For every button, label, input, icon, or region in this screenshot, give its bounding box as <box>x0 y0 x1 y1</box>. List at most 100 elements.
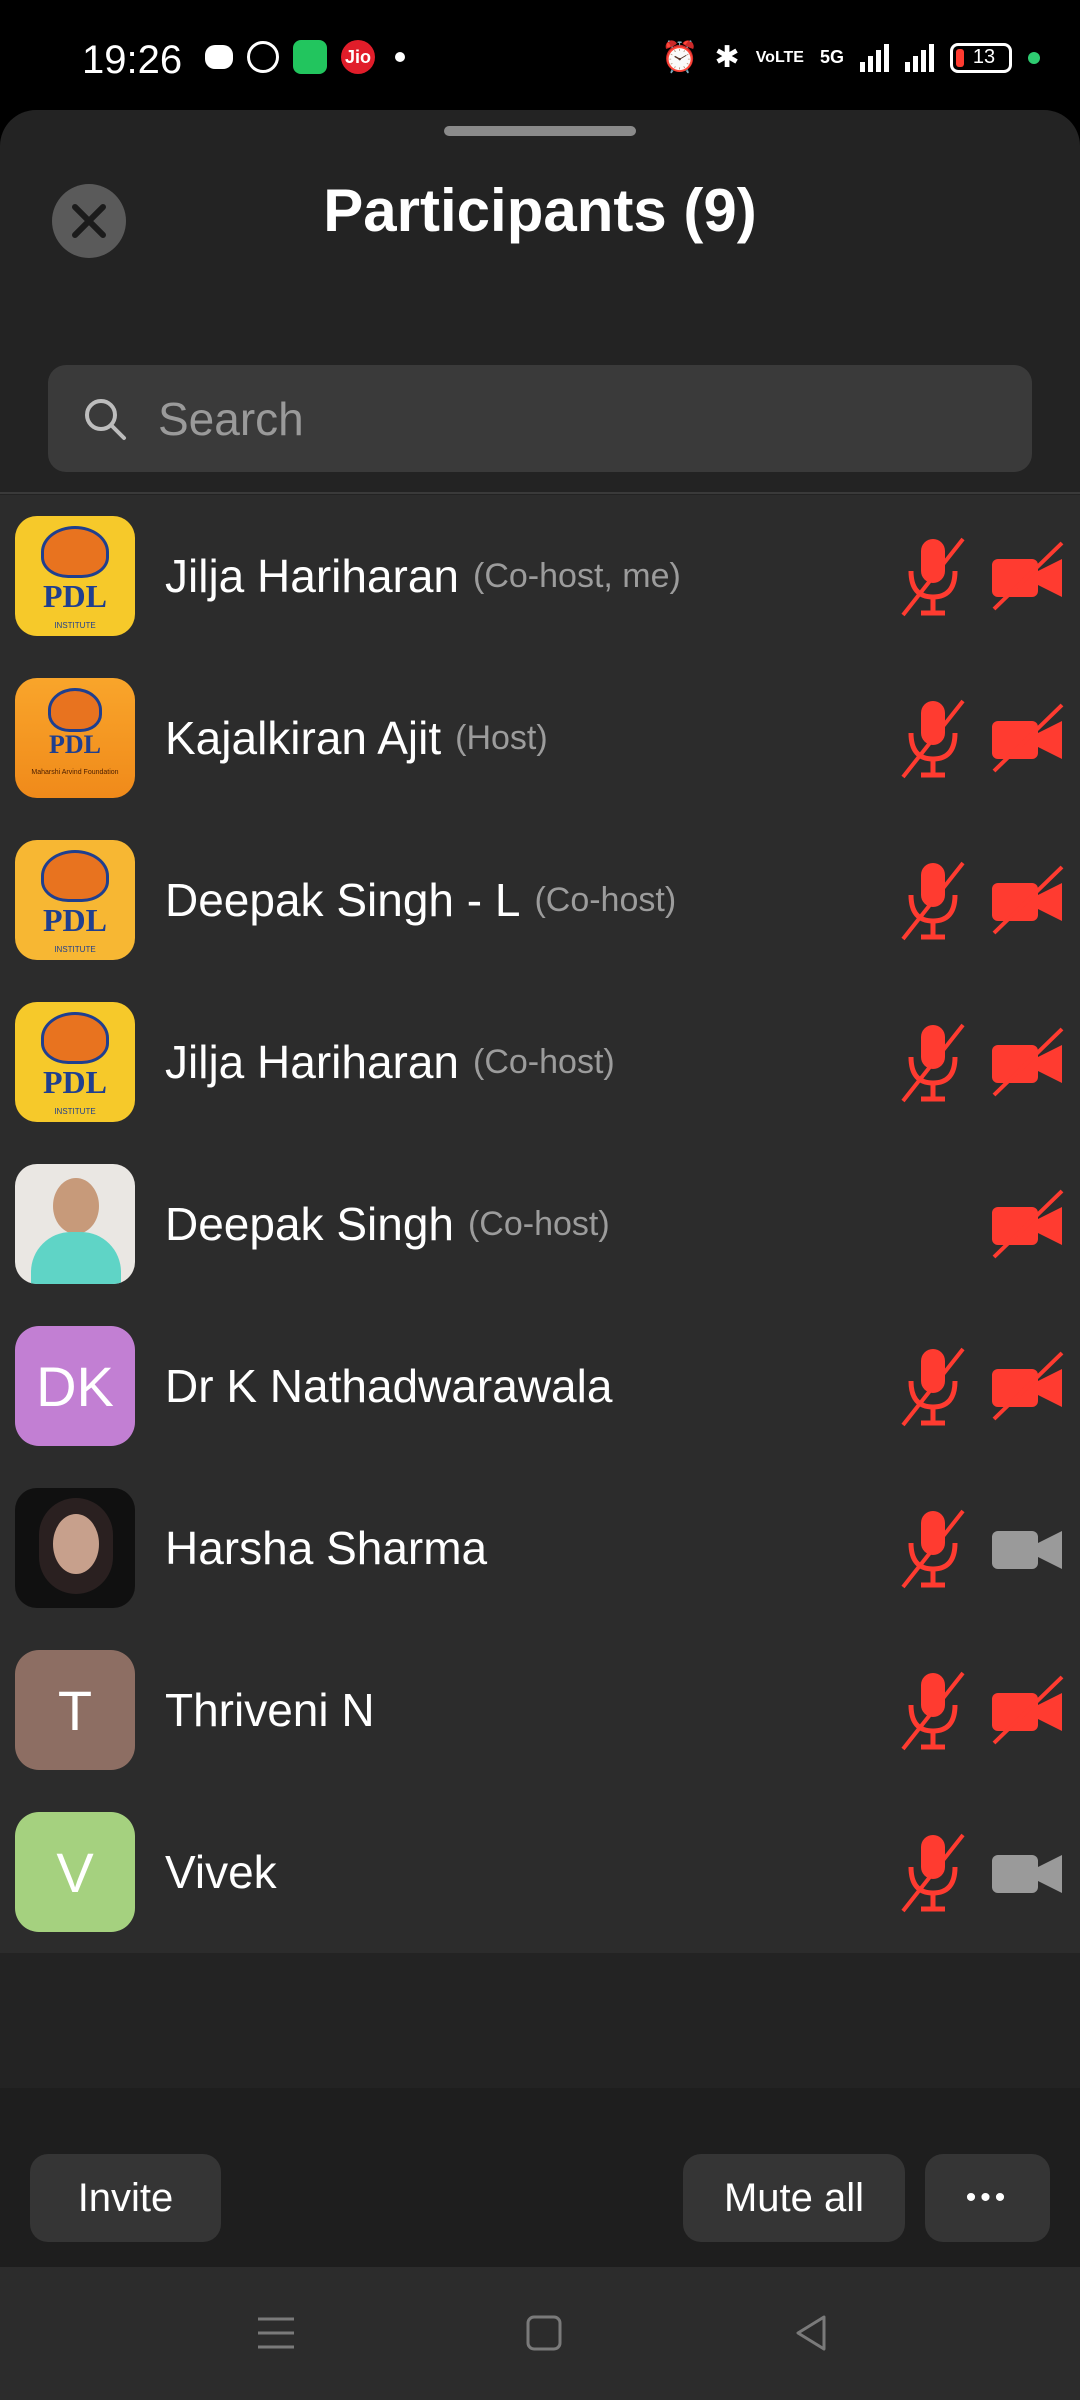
avatar <box>15 1164 135 1284</box>
participant-role: (Host) <box>455 718 548 757</box>
avatar: T <box>15 1650 135 1770</box>
back-icon[interactable] <box>786 2307 838 2359</box>
mic-muted-icon[interactable] <box>897 857 969 943</box>
video-on-icon[interactable] <box>990 1835 1066 1909</box>
participant-row[interactable]: PDL INSTITUTE Jilja Hariharan (Co-host) <box>0 981 1080 1143</box>
video-off-icon[interactable] <box>990 863 1066 937</box>
participant-role: (Co-host, me) <box>473 556 681 595</box>
avatar: PDL Maharshi Arvind Foundation <box>15 678 135 798</box>
participant-name: Harsha Sharma <box>165 1522 488 1574</box>
drag-handle[interactable] <box>444 126 636 136</box>
mic-muted-icon[interactable] <box>897 1667 969 1753</box>
more-icon: ••• <box>965 2181 1010 2214</box>
search-icon <box>85 398 126 440</box>
home-icon[interactable] <box>518 2307 570 2359</box>
divider <box>0 492 1080 494</box>
avatar-initials: V <box>56 1840 94 1904</box>
participant-role: (Co-host) <box>534 880 677 919</box>
participant-name: Jilja Hariharan <box>165 1036 460 1088</box>
pdl-logo-subtext: INSTITUTE <box>54 621 96 630</box>
mic-muted-icon[interactable] <box>897 1829 969 1915</box>
participant-list: PDL INSTITUTE Jilja Hariharan (Co-host, m… <box>0 495 1080 1953</box>
mic-muted-icon[interactable] <box>897 1343 969 1429</box>
pdl-logo-text: PDL <box>49 730 101 759</box>
pdl-logo-text: PDL <box>43 578 107 614</box>
participant-row[interactable]: Harsha Sharma <box>0 1467 1080 1629</box>
battery-app-icon <box>293 40 327 74</box>
pdl-logo-icon: PDL INSTITUTE <box>15 1002 135 1122</box>
video-off-icon[interactable] <box>990 1673 1066 1747</box>
video-off-icon[interactable] <box>990 1187 1066 1261</box>
pdl-logo-icon: PDL INSTITUTE <box>15 516 135 636</box>
participant-name: Jilja Hariharan <box>165 550 460 602</box>
participant-row[interactable]: PDL Maharshi Arvind Foundation Kajalkira… <box>0 657 1080 819</box>
video-off-icon[interactable] <box>990 701 1066 775</box>
more-notifications-dot <box>395 52 405 62</box>
avatar-initials: DK <box>36 1354 114 1418</box>
participant-name: Deepak Singh - L <box>165 874 521 926</box>
notification-icons: Jio <box>205 40 405 74</box>
jio-label: Jio <box>344 46 371 67</box>
jio-icon: Jio <box>341 40 375 74</box>
search-placeholder: Search <box>158 392 304 445</box>
avatar-initials: T <box>57 1678 93 1742</box>
participant-name: Kajalkiran Ajit <box>165 712 442 764</box>
signal-icon <box>860 43 889 72</box>
user-photo <box>15 1488 135 1608</box>
mic-muted-icon[interactable] <box>897 533 969 619</box>
participant-name: Vivek <box>165 1846 277 1898</box>
page-title: Participants (9) <box>323 177 757 244</box>
participant-row[interactable]: Deepak Singh (Co-host) <box>0 1143 1080 1305</box>
participant-role: (Co-host) <box>473 1042 615 1081</box>
network-type: 5G <box>819 47 844 67</box>
battery-level: 13 <box>972 46 996 68</box>
avatar: PDL INSTITUTE <box>15 1002 135 1122</box>
avatar: PDL INSTITUTE <box>15 840 135 960</box>
status-bar: 19:26 Jio ⏰ ✱ VoLTE 5G 13 <box>0 0 1080 110</box>
system-nav-bar <box>0 2267 1080 2400</box>
participant-name: Deepak Singh <box>165 1198 454 1250</box>
mic-muted-icon[interactable] <box>897 695 969 781</box>
participant-row[interactable]: DK Dr K Nathadwarawala <box>0 1305 1080 1467</box>
participant-row[interactable]: T Thriveni N <box>0 1629 1080 1791</box>
participant-row[interactable]: V Vivek <box>0 1791 1080 1953</box>
pdl-logo-text: PDL <box>43 902 107 938</box>
participant-row[interactable]: PDL INSTITUTE Jilja Hariharan (Co-host, m… <box>0 495 1080 657</box>
pdl-logo-text: PDL <box>43 1064 107 1100</box>
user-photo <box>15 1164 135 1284</box>
search-input[interactable]: Search <box>48 365 1032 472</box>
message-icon <box>205 45 233 69</box>
invite-button[interactable]: Invite <box>30 2154 221 2242</box>
participant-name: Dr K Nathadwarawala <box>165 1360 613 1412</box>
volte-icon: VoLTE <box>755 48 804 66</box>
mic-muted-icon[interactable] <box>897 1505 969 1591</box>
maharshi-logo-icon: PDL Maharshi Arvind Foundation <box>15 678 135 798</box>
participant-name: Thriveni N <box>165 1684 375 1736</box>
system-icons: ⏰ ✱ VoLTE 5G 13 <box>661 40 1040 75</box>
battery-icon: 13 <box>950 42 1012 73</box>
avatar <box>15 1488 135 1608</box>
video-on-icon[interactable] <box>990 1511 1066 1585</box>
whatsapp-icon <box>247 41 279 73</box>
bluetooth-icon: ✱ <box>714 41 740 74</box>
video-off-icon[interactable] <box>990 1025 1066 1099</box>
video-off-icon[interactable] <box>990 1349 1066 1423</box>
maharshi-logo-text: Maharshi Arvind Foundation <box>31 769 119 776</box>
mic-muted-icon[interactable] <box>897 1019 969 1105</box>
more-options-button[interactable]: ••• <box>925 2154 1050 2242</box>
pdl-logo-icon: PDL INSTITUTE <box>15 840 135 960</box>
avatar: DK <box>15 1326 135 1446</box>
pdl-logo-subtext: INSTITUTE <box>54 945 96 954</box>
participant-role: (Co-host) <box>467 1204 610 1243</box>
mute-all-button[interactable]: Mute all <box>683 2154 905 2242</box>
participant-row[interactable]: PDL INSTITUTE Deepak Singh - L (Co-host) <box>0 819 1080 981</box>
pdl-logo-subtext: INSTITUTE <box>54 1107 96 1116</box>
status-time: 19:26 <box>82 38 183 82</box>
avatar: PDL INSTITUTE <box>15 516 135 636</box>
signal-icon-2 <box>905 43 934 72</box>
alarm-icon: ⏰ <box>661 41 699 74</box>
menu-icon[interactable] <box>250 2307 302 2359</box>
privacy-indicator-dot <box>1028 51 1040 64</box>
video-off-icon[interactable] <box>990 539 1066 613</box>
avatar: V <box>15 1812 135 1932</box>
